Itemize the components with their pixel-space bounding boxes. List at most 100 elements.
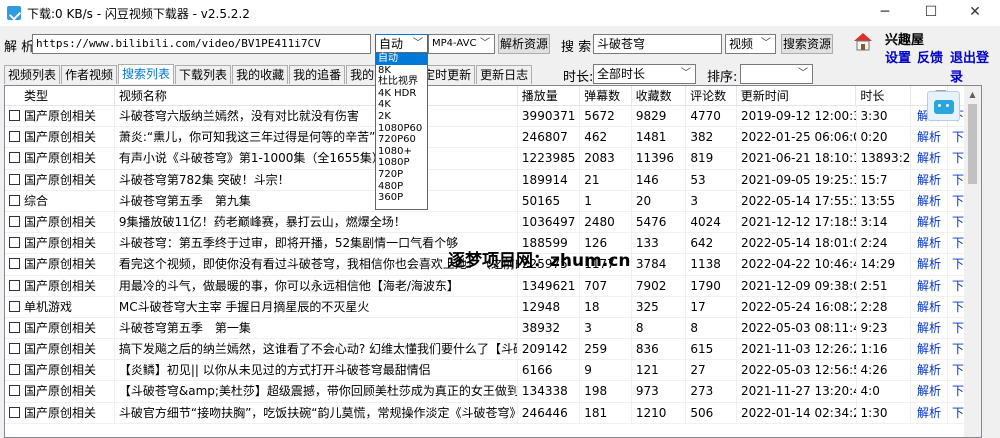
- quality-option[interactable]: 360P: [376, 192, 427, 204]
- table-row[interactable]: 国产原创相关 斗破苍穹第782集 突破！斗宗！ 189914 21 146 53 2021-…: [5, 169, 981, 191]
- quality-option[interactable]: 8K: [376, 65, 427, 77]
- parse-link[interactable]: 解析: [911, 360, 948, 381]
- table-scrollbar[interactable]: ▲: [964, 86, 981, 437]
- parse-link[interactable]: 解析: [911, 211, 948, 233]
- tab-my-bangumi[interactable]: 我的追番: [289, 65, 346, 84]
- column-header[interactable]: 收藏数: [632, 86, 687, 105]
- settings-link[interactable]: 设置: [885, 47, 911, 66]
- scroll-up-icon[interactable]: ▲: [964, 86, 981, 103]
- table-row[interactable]: 国产原创相关 萧炎:“熏儿，你可知我这三年过得是何等的辛苦”【 246807 462 1…: [5, 127, 981, 149]
- parse-link[interactable]: 解析: [911, 233, 948, 254]
- table-row[interactable]: 国产原创相关 9集播放破11亿！药老巅峰赛，暴打云山，燃爆全场！ 1036497 24…: [5, 211, 981, 234]
- column-header[interactable]: 视频名称: [115, 86, 518, 105]
- tab-changelog[interactable]: 更新日志: [476, 65, 533, 84]
- quality-option[interactable]: 1080P60: [376, 123, 427, 135]
- row-checkbox[interactable]: [9, 258, 20, 270]
- column-header[interactable]: 播放量: [518, 86, 581, 105]
- table-cell: 综合: [5, 190, 115, 211]
- row-checkbox[interactable]: [9, 215, 20, 227]
- search-type-select[interactable]: 视频 ﹀: [725, 34, 776, 54]
- parse-resource-button[interactable]: 解析资源: [498, 34, 550, 54]
- parse-link[interactable]: 解析: [911, 339, 948, 360]
- tv-icon[interactable]: [927, 91, 960, 121]
- table-row[interactable]: 国产原创相关 斗破苍穹六版纳兰嫣然，没有对比就没有伤害 3990371 5672 982…: [5, 106, 981, 128]
- cell-update-time: 2021-12-09 09:38:08: [737, 275, 857, 296]
- table-row[interactable]: 单机游戏 MC斗破苍穹大主宰 手握日月摘星辰的不灭星火 12948 18 325 17 20…: [5, 296, 981, 318]
- search-input[interactable]: 斗破苍穹: [593, 34, 722, 54]
- row-checkbox[interactable]: [9, 173, 20, 185]
- tab-download-list[interactable]: 下载列表: [175, 65, 232, 84]
- scroll-thumb[interactable]: [968, 104, 977, 184]
- row-checkbox[interactable]: [9, 300, 20, 312]
- parse-link[interactable]: 解析: [911, 381, 948, 402]
- close-icon[interactable]: ✕: [952, 0, 998, 26]
- quality-option[interactable]: 480P: [376, 181, 427, 193]
- row-checkbox[interactable]: [9, 406, 20, 418]
- row-checkbox[interactable]: [9, 131, 20, 143]
- quality-option[interactable]: 自动: [376, 53, 427, 65]
- format-select[interactable]: MP4-AVC ﹀: [428, 34, 495, 54]
- parse-link[interactable]: 解析: [911, 127, 948, 148]
- quality-option[interactable]: 720P60: [376, 134, 427, 146]
- search-resource-button[interactable]: 搜索资源: [781, 34, 833, 54]
- parse-link[interactable]: 解析: [911, 169, 948, 190]
- maximize-icon[interactable]: ☐: [908, 0, 954, 26]
- tab-video-list[interactable]: 视频列表: [4, 65, 61, 84]
- row-checkbox[interactable]: [9, 321, 20, 333]
- minimize-icon[interactable]: ─: [862, 0, 908, 26]
- quality-option[interactable]: 4K HDR: [376, 88, 427, 100]
- table-row[interactable]: 国产原创相关 【斗破苍穹&amp;美杜莎】超级震撼，带你回顾美杜莎成为真正的女王做…: [5, 381, 981, 403]
- quality-option[interactable]: 杜比视界: [376, 76, 427, 88]
- cell-danmaku: 707: [580, 275, 632, 296]
- duration-select[interactable]: 全部时长 ﹀: [593, 64, 696, 84]
- row-checkbox[interactable]: [9, 194, 20, 206]
- logout-link[interactable]: 退出登录: [950, 47, 1000, 85]
- row-checkbox[interactable]: [9, 152, 20, 164]
- cell-comments: 4770: [686, 106, 737, 127]
- row-checkbox[interactable]: [9, 110, 20, 121]
- column-header[interactable]: 弹幕数: [580, 86, 632, 105]
- table-row[interactable]: 国产原创相关 斗破苍穹第五季 第一集 38932 3 8 8 2022-05-03 08:1…: [5, 317, 981, 340]
- table-row[interactable]: 国产原创相关 用最冷的斗气，做最暖的事，你可以永远相信他【海老/海波东】 13496…: [5, 275, 981, 297]
- parse-link[interactable]: 解析: [911, 296, 948, 317]
- table-row[interactable]: 国产原创相关 【炎鳞】初见|| 以你从未见过的方式打开斗破苍穹最甜情侣 6166 9 1…: [5, 360, 981, 382]
- table-row[interactable]: 国产原创相关 有声小说《斗破苍穹》第1-1000集（全1655集） 1223985 2…: [5, 148, 981, 170]
- row-checkbox[interactable]: [9, 364, 20, 376]
- cell-title: 斗破苍穹第782集 突破！斗宗！: [115, 169, 518, 190]
- parse-link[interactable]: 解析: [911, 275, 948, 296]
- quality-select[interactable]: 自动 ﹀: [375, 34, 428, 54]
- tab-search-list[interactable]: 搜索列表: [118, 64, 175, 84]
- quality-option[interactable]: 1080+: [376, 146, 427, 158]
- cell-title: 用最冷的斗气，做最暖的事，你可以永远相信他【海老/海波东】: [115, 275, 518, 296]
- cell-danmaku: 21: [580, 169, 632, 190]
- row-checkbox[interactable]: [9, 279, 20, 291]
- parse-link[interactable]: 解析: [911, 317, 948, 339]
- tab-author-videos[interactable]: 作者视频: [61, 65, 118, 84]
- quality-option[interactable]: 4K: [376, 99, 427, 111]
- parse-link[interactable]: 解析: [911, 148, 948, 169]
- parse-link[interactable]: 解析: [911, 190, 948, 211]
- quality-option[interactable]: 2K: [376, 111, 427, 123]
- cell-title: 萧炎:“熏儿，你可知我这三年过得是何等的辛苦”【: [115, 127, 518, 148]
- column-header[interactable]: 更新时间: [737, 86, 857, 105]
- url-input[interactable]: https://www.bilibili.com/video/BV1PE411i…: [32, 34, 371, 54]
- table-row[interactable]: 国产原创相关 搞下发飚之后的纳兰嫣然，这谁看了不会心动? 幻维太懂我们要什么了【斗…: [5, 339, 981, 361]
- column-header[interactable]: 评论数: [686, 86, 737, 105]
- quality-select-value: 自动: [379, 37, 404, 51]
- row-checkbox[interactable]: [9, 385, 20, 397]
- tab-my-favorites[interactable]: 我的收藏: [232, 65, 289, 84]
- cell-plays: 209142: [518, 339, 581, 360]
- feedback-link[interactable]: 反馈: [917, 47, 943, 66]
- column-header[interactable]: 时长: [856, 86, 911, 105]
- row-checkbox[interactable]: [9, 237, 20, 249]
- table-row[interactable]: 综合 斗破苍穹第五季 第九集 50165 1 20 3 2022-05-14 17:55:1…: [5, 190, 981, 212]
- column-header[interactable]: 类型: [5, 86, 115, 105]
- table-row[interactable]: 国产原创相关 斗破官方细节“接吻扶胸”，吃饭扶碗“韵儿莫慌，常规操作淡定《斗破苍穹…: [5, 402, 981, 424]
- parse-link[interactable]: 解析: [911, 402, 948, 423]
- sort-select[interactable]: ﹀: [740, 64, 813, 84]
- parse-link[interactable]: 解析: [911, 254, 948, 275]
- quality-option[interactable]: 1080P: [376, 157, 427, 169]
- quality-option[interactable]: 720P: [376, 169, 427, 181]
- table-cell: 国产原创相关: [5, 127, 115, 148]
- row-checkbox[interactable]: [9, 343, 20, 355]
